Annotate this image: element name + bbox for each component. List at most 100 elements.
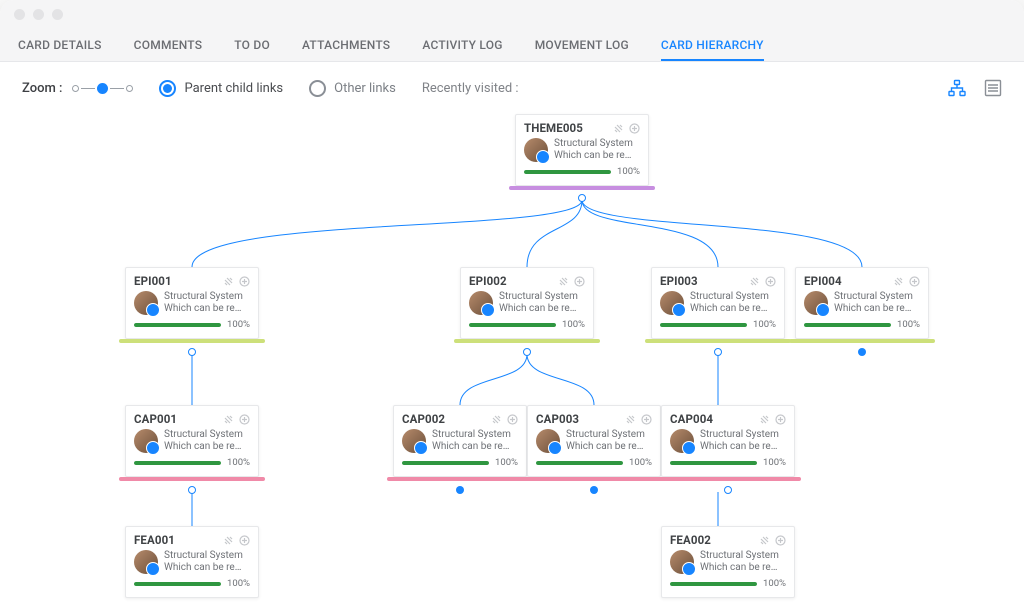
link-icon[interactable] <box>624 413 636 425</box>
zoom-slider-min-icon <box>72 85 79 92</box>
zoom-control: Zoom : <box>22 81 133 96</box>
radio-unchecked-icon <box>309 80 326 97</box>
card-cap003[interactable]: CAP003 Structural SystemWhich can be re…… <box>527 405 661 477</box>
progress-value: 100% <box>763 457 786 468</box>
card-cap002[interactable]: CAP002 Structural SystemWhich can be re…… <box>393 405 527 477</box>
card-epi002[interactable]: EPI002 Structural SystemWhich can be re…… <box>460 267 594 339</box>
zoom-slider-line <box>110 88 124 89</box>
tab-card-details[interactable]: CARD DETAILS <box>18 28 102 61</box>
tree-view-icon[interactable] <box>948 79 966 97</box>
tab-to-do[interactable]: TO DO <box>234 28 270 61</box>
link-icon[interactable] <box>222 275 234 287</box>
card-epi001[interactable]: EPI001 Structural SystemWhich can be re…… <box>125 267 259 339</box>
card-theme005[interactable]: THEME005 Structural SystemWhich can be r… <box>515 114 649 186</box>
card-description: Structural SystemWhich can be re… <box>700 550 779 574</box>
card-cap001[interactable]: CAP001 Structural SystemWhich can be re…… <box>125 405 259 477</box>
add-icon[interactable] <box>238 275 250 287</box>
tab-activity-log[interactable]: ACTIVITY LOG <box>422 28 502 61</box>
zoom-slider-max-icon <box>126 85 133 92</box>
card-cap004[interactable]: CAP004 Structural SystemWhich can be re…… <box>661 405 795 477</box>
card-id: CAP003 <box>536 412 579 426</box>
card-id: EPI004 <box>804 274 842 288</box>
avatar <box>660 291 684 315</box>
avatar <box>402 429 426 453</box>
link-icon[interactable] <box>222 534 234 546</box>
window-close-dot[interactable] <box>14 9 25 20</box>
progress-value: 100% <box>753 319 776 330</box>
link-icon[interactable] <box>748 275 760 287</box>
tab-comments[interactable]: COMMENTS <box>134 28 203 61</box>
avatar <box>524 138 548 162</box>
toolbar-right <box>948 79 1002 97</box>
card-description: Structural SystemWhich can be re… <box>700 429 779 453</box>
card-description: Structural SystemWhich can be re… <box>566 429 645 453</box>
card-fea002[interactable]: FEA002 Structural SystemWhich can be re…… <box>661 526 795 598</box>
app-window: CARD DETAILS COMMENTS TO DO ATTACHMENTS … <box>0 0 1024 613</box>
list-view-icon[interactable] <box>984 79 1002 97</box>
connector-port[interactable] <box>188 348 196 356</box>
zoom-slider-thumb-icon[interactable] <box>97 83 108 94</box>
add-icon[interactable] <box>573 275 585 287</box>
link-icon[interactable] <box>490 413 502 425</box>
link-icon[interactable] <box>612 122 624 134</box>
connector-port[interactable] <box>188 486 196 494</box>
card-description: Structural SystemWhich can be re… <box>432 429 511 453</box>
accent-bar <box>789 339 935 343</box>
avatar <box>469 291 493 315</box>
link-icon[interactable] <box>892 275 904 287</box>
add-icon[interactable] <box>628 122 640 134</box>
link-icon[interactable] <box>758 534 770 546</box>
card-description: Structural SystemWhich can be re… <box>164 291 243 315</box>
connector-port[interactable] <box>714 348 722 356</box>
add-icon[interactable] <box>764 275 776 287</box>
connector-terminal[interactable] <box>590 486 598 494</box>
add-icon[interactable] <box>238 534 250 546</box>
add-icon[interactable] <box>506 413 518 425</box>
window-min-dot[interactable] <box>33 9 44 20</box>
tab-card-hierarchy[interactable]: CARD HIERARCHY <box>661 28 764 61</box>
add-icon[interactable] <box>238 413 250 425</box>
add-icon[interactable] <box>640 413 652 425</box>
progress-value: 100% <box>897 319 920 330</box>
progress-bar <box>469 323 556 327</box>
connector-terminal[interactable] <box>456 486 464 494</box>
card-epi004[interactable]: EPI004 Structural SystemWhich can be re…… <box>795 267 929 339</box>
zoom-slider[interactable] <box>72 83 133 94</box>
card-fea001[interactable]: FEA001 Structural SystemWhich can be re…… <box>125 526 259 598</box>
progress-value: 100% <box>495 457 518 468</box>
add-icon[interactable] <box>774 413 786 425</box>
add-icon[interactable] <box>908 275 920 287</box>
hierarchy-canvas[interactable]: THEME005 Structural SystemWhich can be r… <box>0 114 1024 613</box>
progress-bar <box>536 461 623 465</box>
tab-attachments[interactable]: ATTACHMENTS <box>302 28 390 61</box>
connector-port[interactable] <box>724 486 732 494</box>
connector-port[interactable] <box>523 348 531 356</box>
connector-terminal[interactable] <box>858 348 866 356</box>
avatar <box>670 429 694 453</box>
radio-parent-child-links[interactable]: Parent child links <box>159 80 283 97</box>
link-icon[interactable] <box>557 275 569 287</box>
accent-bar <box>119 477 265 481</box>
card-id: CAP002 <box>402 412 445 426</box>
progress-bar <box>134 461 221 465</box>
add-icon[interactable] <box>774 534 786 546</box>
radio-other-links[interactable]: Other links <box>309 80 396 97</box>
radio-label: Other links <box>334 81 396 96</box>
progress-bar <box>134 323 221 327</box>
progress-value: 100% <box>562 319 585 330</box>
card-id: EPI003 <box>660 274 698 288</box>
progress-value: 100% <box>227 319 250 330</box>
progress-value: 100% <box>227 578 250 589</box>
window-max-dot[interactable] <box>52 9 63 20</box>
connector-port[interactable] <box>578 194 586 202</box>
radio-label: Parent child links <box>184 81 283 96</box>
accent-bar <box>387 477 533 481</box>
card-epi003[interactable]: EPI003 Structural SystemWhich can be re…… <box>651 267 785 339</box>
avatar <box>536 429 560 453</box>
tab-movement-log[interactable]: MOVEMENT LOG <box>535 28 629 61</box>
link-icon[interactable] <box>758 413 770 425</box>
radio-checked-icon <box>159 80 176 97</box>
accent-bar <box>454 339 600 343</box>
link-icon[interactable] <box>222 413 234 425</box>
progress-value: 100% <box>227 457 250 468</box>
